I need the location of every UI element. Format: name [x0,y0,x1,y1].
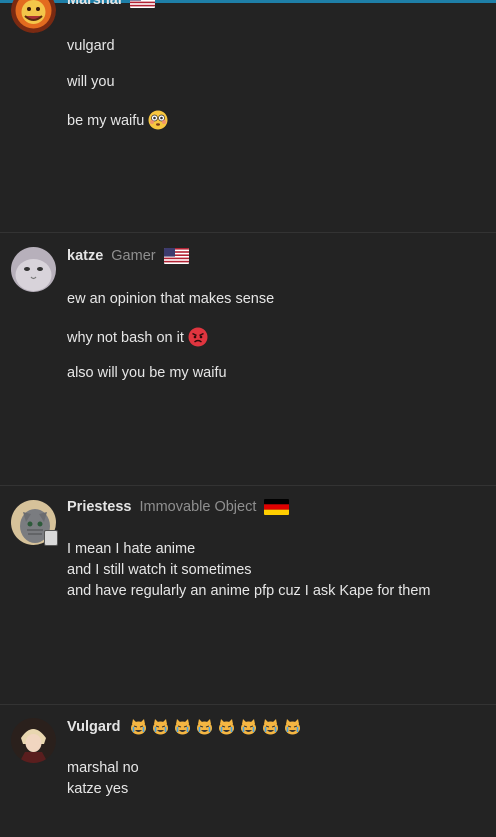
message-line: will you [67,74,115,90]
angry-face-icon [188,327,208,347]
post-divider [0,704,496,705]
crying-cat-icon [152,718,169,735]
message-line: vulgard [67,38,115,54]
avatar-marshal[interactable] [11,0,56,33]
message-line: why not bash on it [67,327,208,347]
flushed-emoji-icon [148,110,168,130]
us-flag-icon [163,248,189,264]
message-line: and have regularly an anime pfp cuz I as… [67,583,431,599]
crying-cat-icon [218,718,235,735]
file-badge-icon [44,530,58,546]
emoji-row [130,718,306,735]
username[interactable]: Vulgard [67,719,120,735]
message-line: marshal no [67,760,139,776]
crying-cat-icon [130,718,147,735]
crying-cat-icon [240,718,257,735]
post-header: Vulgard [67,718,306,735]
message-line: and I still watch it sometimes [67,562,252,578]
message-line: katze yes [67,781,129,797]
username[interactable]: Marshal [67,0,122,8]
avatar-vulgard[interactable] [11,718,56,763]
us-flag-icon [129,0,155,8]
post-header: Priestess Immovable Object [67,499,290,515]
post-divider [0,485,496,486]
username[interactable]: Priestess [67,499,132,515]
message-line: I mean I hate anime [67,541,196,557]
message-line: be my waifu [67,110,168,130]
avatar-katze[interactable] [11,247,56,292]
de-flag-icon [264,499,290,515]
user-role: Gamer [111,248,156,264]
crying-cat-icon [196,718,213,735]
message-text: why not bash on it [67,330,184,346]
crying-cat-icon [262,718,279,735]
message-line: also will you be my waifu [67,365,227,381]
message-line: ew an opinion that makes sense [67,291,275,307]
post-header: katze Gamer [67,248,189,264]
crying-cat-icon [174,718,191,735]
user-role: Immovable Object [139,499,257,515]
post-header: Marshal [67,0,155,8]
message-text: be my waifu [67,113,145,129]
username[interactable]: katze [67,248,103,264]
post-divider [0,232,496,233]
crying-cat-icon [284,718,301,735]
